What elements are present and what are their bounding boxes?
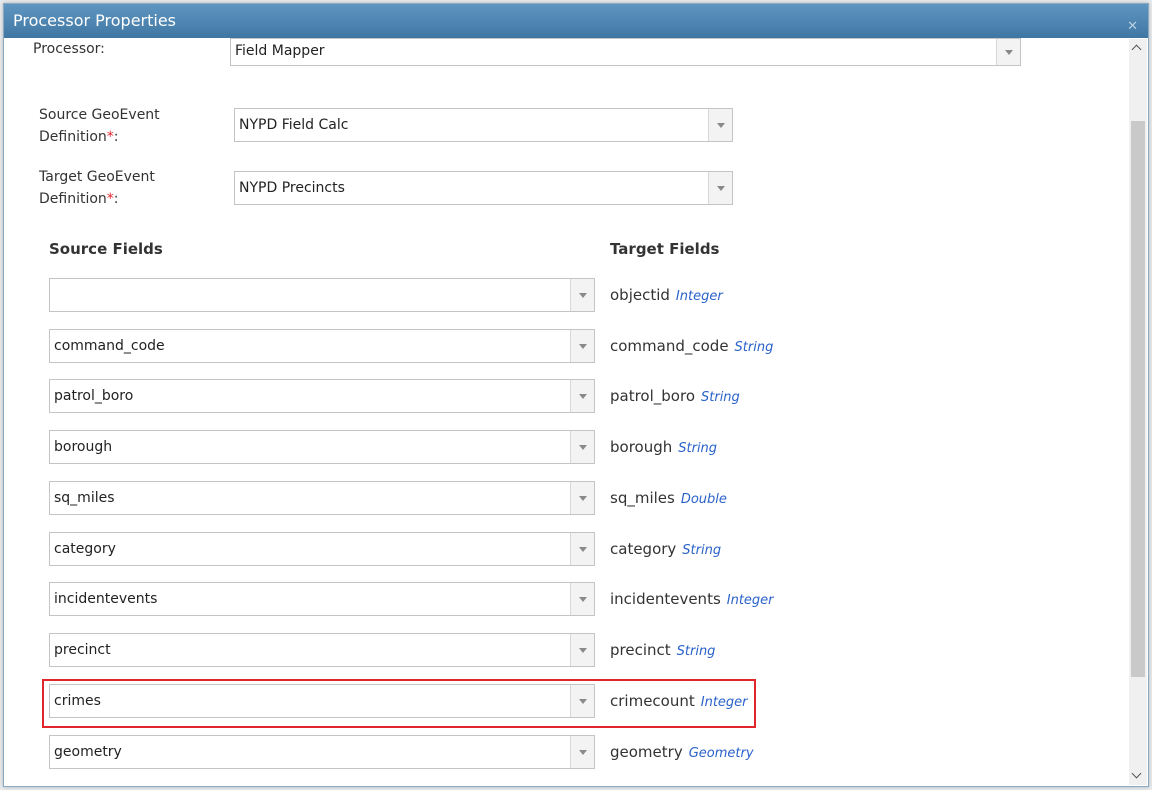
dialog-title: Processor Properties — [13, 11, 177, 30]
target-field-type: String — [682, 543, 722, 558]
target-field-name: patrol_boro — [610, 387, 695, 405]
source-field-select[interactable]: incidentevents — [49, 582, 595, 616]
target-field-name: category — [610, 540, 677, 558]
source-field-value: incidentevents — [54, 591, 158, 607]
target-field-type: Double — [680, 492, 727, 507]
chevron-down-icon[interactable] — [570, 533, 594, 565]
target-fields-heading: Target Fields — [610, 240, 720, 258]
source-field-select[interactable]: precinct — [49, 633, 595, 667]
target-field-type: String — [678, 441, 718, 456]
required-asterisk: * — [106, 129, 114, 145]
target-field: objectid Integer — [610, 286, 723, 304]
target-field-type: String — [676, 644, 716, 659]
target-definition-label: Target GeoEvent Definition*: — [39, 166, 155, 210]
target-field: patrol_boro String — [610, 387, 740, 405]
vertical-scrollbar[interactable] — [1129, 39, 1147, 785]
target-field-type: Geometry — [688, 746, 754, 761]
processor-label: Processor: — [33, 41, 105, 57]
target-field: incidentevents Integer — [610, 590, 774, 608]
target-definition-label-line2: Definition*: — [39, 188, 155, 210]
source-definition-label-line2: Definition*: — [39, 126, 160, 148]
processor-properties-dialog: Processor Properties ✕ Processor: Field … — [3, 3, 1149, 787]
source-field-value: category — [54, 541, 116, 557]
source-definition-value: NYPD Field Calc — [239, 117, 349, 133]
chevron-down-icon[interactable] — [570, 583, 594, 615]
scrollbar-thumb[interactable] — [1131, 121, 1145, 677]
target-field: sq_miles Double — [610, 489, 727, 507]
target-field-name: command_code — [610, 337, 729, 355]
target-definition-value: NYPD Precincts — [239, 180, 345, 196]
target-field-name: sq_miles — [610, 489, 675, 507]
source-definition-label-text: Definition — [39, 129, 107, 145]
target-field: borough String — [610, 438, 717, 456]
chevron-down-icon[interactable] — [570, 279, 594, 311]
chevron-down-icon[interactable] — [570, 482, 594, 514]
target-field: geometry Geometry — [610, 743, 754, 761]
source-field-select[interactable]: command_code — [49, 329, 595, 363]
required-asterisk: * — [106, 191, 114, 207]
target-definition-label-text: Definition — [39, 191, 107, 207]
processor-select[interactable]: Field Mapper — [230, 38, 1021, 66]
chevron-down-icon[interactable] — [708, 172, 732, 204]
source-field-value: sq_miles — [54, 490, 115, 506]
label-colon: : — [113, 129, 119, 145]
chevron-down-icon[interactable] — [570, 736, 594, 768]
target-field-name: precinct — [610, 641, 671, 659]
source-field-select[interactable]: category — [49, 532, 595, 566]
target-field: command_code String — [610, 337, 773, 355]
target-field-type: String — [734, 340, 774, 355]
source-field-select[interactable]: sq_miles — [49, 481, 595, 515]
target-field: precinct String — [610, 641, 715, 659]
source-definition-label-line1: Source GeoEvent — [39, 107, 160, 123]
chevron-down-icon[interactable] — [570, 380, 594, 412]
source-field-select[interactable]: borough — [49, 430, 595, 464]
target-definition-label-line1: Target GeoEvent — [39, 169, 155, 185]
source-field-value: patrol_boro — [54, 388, 134, 404]
target-field-type: Integer — [675, 289, 723, 304]
chevron-down-icon[interactable] — [570, 634, 594, 666]
chevron-down-icon[interactable] — [996, 39, 1020, 65]
scroll-down-icon[interactable] — [1129, 767, 1147, 785]
chevron-down-icon[interactable] — [708, 109, 732, 141]
source-field-select[interactable]: patrol_boro — [49, 379, 595, 413]
source-field-value: precinct — [54, 642, 111, 658]
target-field-type: String — [701, 390, 740, 405]
source-field-select[interactable]: geometry — [49, 735, 595, 769]
source-field-value: borough — [54, 439, 113, 455]
target-field-name: incidentevents — [610, 590, 721, 608]
source-field-value: command_code — [54, 338, 165, 354]
target-field-type: Integer — [726, 593, 774, 608]
target-field-name: borough — [610, 438, 673, 456]
target-field-name: objectid — [610, 286, 670, 304]
source-definition-label: Source GeoEvent Definition*: — [39, 104, 160, 148]
processor-value: Field Mapper — [235, 43, 325, 59]
highlight-box — [42, 679, 756, 728]
dialog-titlebar[interactable]: Processor Properties ✕ — [4, 4, 1148, 38]
target-definition-select[interactable]: NYPD Precincts — [234, 171, 733, 205]
source-definition-select[interactable]: NYPD Field Calc — [234, 108, 733, 142]
chevron-down-icon[interactable] — [570, 330, 594, 362]
target-field-name: geometry — [610, 743, 683, 761]
scroll-up-icon[interactable] — [1129, 39, 1147, 57]
chevron-down-icon[interactable] — [570, 431, 594, 463]
target-field: category String — [610, 540, 721, 558]
source-fields-heading: Source Fields — [49, 240, 163, 258]
source-field-value: geometry — [54, 744, 122, 760]
label-colon: : — [113, 191, 119, 207]
source-field-select[interactable] — [49, 278, 595, 312]
